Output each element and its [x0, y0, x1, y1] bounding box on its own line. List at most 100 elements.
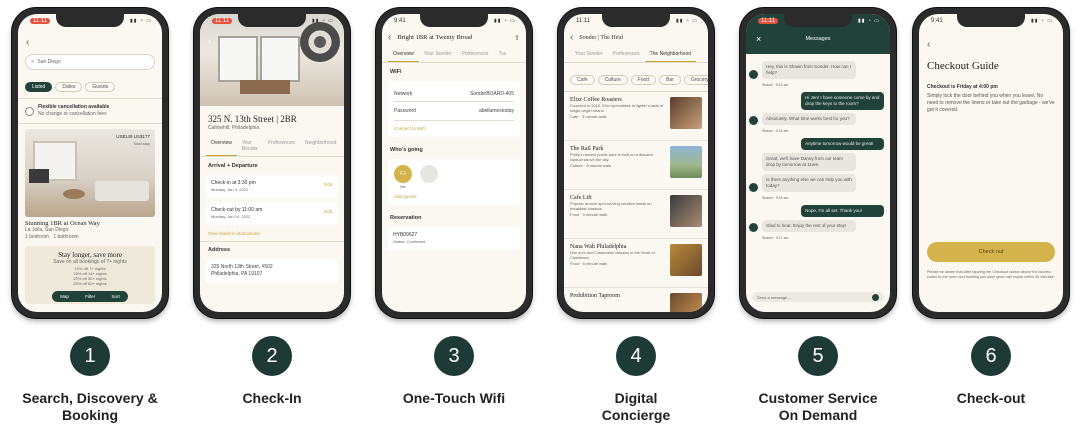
status-time: 11:11	[30, 18, 51, 24]
filter-listed[interactable]: Listed	[25, 82, 53, 92]
instructions-link[interactable]: View check-in instructions	[200, 229, 344, 241]
checkin-date: Monday, Jan 3, 2022	[211, 187, 249, 192]
chip-cafe[interactable]: Cafe	[570, 75, 595, 85]
add-guests-link[interactable]: Add guests	[394, 190, 514, 199]
back-arrow-icon[interactable]: ‹	[26, 37, 29, 48]
connect-wifi-link[interactable]: Connect to WiFi	[394, 121, 514, 131]
tab-preferences[interactable]: Preferences	[608, 47, 645, 62]
reservation-status: Status: Confirmed	[393, 239, 426, 244]
caption-line: Digital	[614, 390, 658, 406]
tab-overview[interactable]: Overview	[206, 136, 237, 156]
signal-icons: ▮▮ ◔ ▭	[129, 18, 152, 24]
tab-your-sonder[interactable]: Your Sonder	[419, 47, 457, 62]
promo-sub: Save on all bookings of 7+ nights	[53, 259, 127, 265]
sort-button[interactable]: Sort	[112, 294, 120, 299]
list-item[interactable]: Nana Wah Philadelphia Dim sum and Canton…	[564, 239, 708, 288]
edit-link[interactable]: Edit	[324, 182, 332, 187]
list-item[interactable]: The Rail Park Philly's newest public par…	[564, 141, 708, 190]
tab-overview[interactable]: Overview	[388, 47, 419, 62]
caption-line: One-Touch Wifi	[402, 390, 506, 406]
share-icon[interactable]: ⇪	[514, 34, 520, 42]
phone-notch	[238, 14, 306, 27]
caption-line: On Demand	[778, 407, 858, 423]
chip-food[interactable]: Food	[630, 75, 657, 85]
message-input-placeholder: Send a message...	[757, 294, 791, 300]
back-arrow-icon[interactable]: ‹	[388, 32, 391, 43]
step-number-badge: 5	[798, 336, 838, 376]
message-text: Anytime tomorrow would be great!	[805, 141, 874, 146]
phone-screen-messages: 11:11 ▮▮ ◔ ▭ × Messages Hey, this is Sha…	[746, 14, 890, 312]
empty-guest-avatar[interactable]	[420, 165, 438, 183]
place-desc: Founded in 2010, Elixr specializes in li…	[570, 103, 664, 113]
step-caption: Digital Concierge	[546, 390, 726, 424]
checkout-button[interactable]: Check out	[927, 242, 1055, 262]
avatar	[749, 70, 758, 79]
send-icon[interactable]	[872, 293, 879, 301]
tab-preferences[interactable]: Preferences	[456, 47, 493, 62]
tab-neighborhood[interactable]: Neighborhood	[300, 136, 341, 156]
tab-travel[interactable]: Tra	[493, 47, 510, 62]
notice-title: Flexible cancellation available	[38, 104, 110, 110]
map-filter-sort-bar: Map Filter Sort	[52, 291, 128, 302]
checkin-content: 325 N. 13th Street | 2BR Callowhill, Phi…	[200, 110, 344, 287]
back-row: ‹	[200, 30, 344, 50]
map-button[interactable]: Map	[60, 294, 69, 299]
tab-your-bonder[interactable]: Your Bonder	[237, 136, 263, 156]
guest-me[interactable]: FJ Me	[394, 165, 412, 190]
promo-title: Stay longer, save more	[58, 251, 122, 259]
message-bubble-incoming: Absolutely. What time works best for you…	[749, 113, 857, 125]
message-input[interactable]: Send a message...	[752, 292, 884, 302]
caption-line: Concierge	[601, 407, 671, 423]
status-time: 9:41	[931, 18, 943, 24]
check-circle-icon	[25, 106, 34, 116]
chip-grocery[interactable]: Grocery	[683, 75, 708, 85]
list-item[interactable]: Prohibition Taproom	[564, 288, 708, 312]
signal-icons: ▮▮ ◔ ▭	[1030, 18, 1053, 24]
back-arrow-icon[interactable]: ‹	[927, 39, 930, 50]
tab-preferences[interactable]: Preferences	[263, 136, 300, 156]
signal-icons: ▮▮ ◔ ▭	[857, 18, 880, 24]
filter-guests[interactable]: Guests	[85, 82, 116, 92]
place-desc: Philly's newest public park is built on …	[570, 152, 653, 162]
phone-screen-wifi: 9:41 ▮▮ ◔ ▭ ‹ Bright 1BR at Twenty Broad…	[382, 14, 526, 312]
network-value: SonderBOARD-405	[470, 91, 514, 97]
step-1-column: 11:11 ▮▮ ◔ ▭ ‹ ⌕ San Diego Listed Dates Gu…	[0, 0, 180, 430]
place-thumbnail	[670, 244, 702, 276]
network-label: Network	[394, 91, 413, 97]
caption-line: Booking	[62, 407, 118, 423]
phone-frame: 9:41 ▮▮ ◔ ▭ ‹ Bright 1BR at Twenty Broad…	[376, 8, 532, 318]
filter-dates[interactable]: Dates	[55, 82, 83, 92]
listing-card[interactable]: US$149 US$177 Total stay	[25, 129, 155, 217]
phone-notch	[784, 14, 852, 27]
step-number-badge: 3	[434, 336, 474, 376]
message-bubble-incoming: Is there anything else we can help you w…	[749, 174, 857, 192]
chip-culture[interactable]: Culture	[597, 75, 628, 85]
search-input[interactable]: ⌕ San Diego	[25, 54, 155, 70]
checkin-row[interactable]: Check-in at 3:30 pm Monday, Jan 3, 2022 …	[206, 175, 338, 198]
phone-frame: 11:11 ▮▮ ◔ ▭ ‹ Sonder | The Heid Your So…	[558, 8, 714, 318]
listing-photo-tv	[29, 169, 49, 183]
checkout-row[interactable]: Check-out by 11:00 am Monday, Jan 10, 20…	[206, 202, 338, 225]
list-item[interactable]: Elixr Coffee Roasters Founded in 2010, E…	[564, 92, 708, 141]
message-meta: Shawn · 9:16 am	[762, 196, 789, 200]
category-chips: Cafe Culture Food Bar Grocery	[564, 63, 708, 91]
list-item[interactable]: Cafe Lift Popular brunch spot serving cr…	[564, 190, 708, 239]
message-text: Is there anything else we can help you w…	[766, 177, 852, 188]
step-2-column: 11:11 ▮▮ ◔ ▭ ‹ 325 N. 13th Street | 2BR …	[182, 0, 362, 430]
listing-info: Stunning 1BR at Ocean Way La Jolla, San …	[18, 217, 162, 244]
place-desc: Popular brunch spot serving creative twi…	[570, 201, 652, 211]
property-subtitle: Callowhill, Philadelphia	[208, 125, 260, 131]
wifi-header: ‹ Bright 1BR at Twenty Broad ⇪	[382, 30, 526, 47]
message-text: Nope, I'm all set. Thank you!	[805, 208, 862, 213]
tab-neighborhood[interactable]: The Neighborhood	[644, 47, 697, 62]
tab-your-sonder[interactable]: Your Sonder	[570, 47, 608, 62]
reservation-heading: Reservation	[390, 215, 422, 221]
filter-button[interactable]: Filter	[85, 294, 95, 299]
back-arrow-icon[interactable]: ‹	[570, 32, 573, 43]
signal-icons: ▮▮ ◔ ▭	[493, 18, 516, 24]
edit-link[interactable]: Edit	[324, 209, 332, 214]
back-arrow-icon[interactable]: ‹	[208, 36, 211, 47]
guest-avatars: FJ Me	[394, 165, 514, 190]
chip-bar[interactable]: Bar	[659, 75, 681, 85]
promo-line: 25% off 60+ nights	[73, 281, 107, 286]
